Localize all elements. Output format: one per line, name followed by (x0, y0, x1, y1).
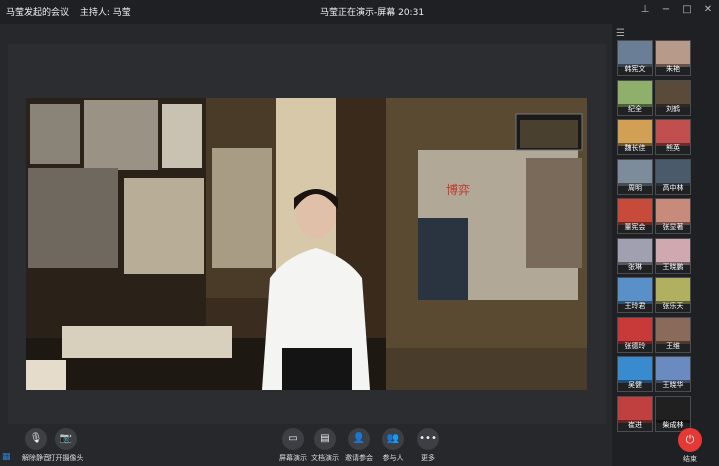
participant-tile[interactable]: 王玲君 (617, 277, 653, 313)
presentation-status: 马莹正在演示-屏幕 20:31 (320, 8, 425, 18)
meeting-info: 马莹发起的会议 主持人: 马莹 (6, 5, 139, 18)
participant-tile[interactable]: 张德玲 (617, 316, 653, 353)
participant-name: 张琳 (618, 261, 652, 273)
end-label: 结束 (683, 455, 697, 463)
meeting-host: 主持人: 马莹 (79, 8, 131, 18)
participant-tile[interactable]: 王晓华 (655, 356, 691, 392)
participant-name: 张乐天 (656, 301, 690, 312)
screen-share-icon: ▭ (282, 428, 304, 450)
participant-tile[interactable]: 柴成林 (655, 395, 691, 432)
more-dots-icon: ••• (417, 428, 439, 450)
participant-name: 董宪会 (618, 222, 652, 233)
participant-name: 熊英 (656, 143, 690, 154)
document-icon: ▤ (314, 428, 336, 450)
participant-name: 纪全 (618, 103, 652, 115)
participant-name: 刘鹤 (656, 103, 690, 115)
participant-tile[interactable]: 刘鹤 (655, 79, 691, 116)
power-icon: ⏻ (678, 428, 702, 452)
museum-scene: 博弈 (26, 98, 587, 390)
participant-tile[interactable]: 韩宪文 (617, 40, 653, 76)
participant-name: 吴健 (618, 380, 652, 391)
participant-tile[interactable]: 吴健 (617, 356, 653, 392)
windows-logo-icon: ▦ (2, 452, 11, 462)
participant-name: 张显著 (656, 222, 690, 233)
participant-tile[interactable]: 熊英 (655, 119, 691, 155)
participant-name: 王晓鹏 (656, 261, 690, 273)
participant-name: 王维 (656, 340, 690, 352)
camera-off-icon: 📷 (55, 428, 77, 450)
participant-name: 魏长佳 (618, 143, 652, 154)
participant-name: 张德玲 (618, 340, 652, 352)
people-icon: 👥 (382, 428, 404, 450)
participant-name: 王玲君 (618, 301, 652, 312)
maximize-icon[interactable]: □ (680, 3, 694, 17)
window-controls: ⊥ − □ ✕ (638, 3, 715, 17)
participant-tile[interactable]: 纪全 (617, 79, 653, 116)
list-menu-icon[interactable]: ☰ (616, 28, 630, 40)
participant-tile[interactable]: 高中林 (655, 158, 691, 195)
more-button[interactable]: ••• 更多 (406, 428, 450, 463)
participant-tile[interactable]: 王维 (655, 316, 691, 353)
exhibit-title: 博弈 (446, 182, 470, 197)
participant-name: 高中林 (656, 182, 690, 194)
participant-tile[interactable]: 董宪会 (617, 198, 653, 234)
title-bar: 马莹发起的会议 主持人: 马莹 马莹正在演示-屏幕 20:31 ⊥ − □ ✕ (0, 0, 719, 24)
meeting-name: 马莹发起的会议 (6, 8, 70, 18)
close-icon[interactable]: ✕ (701, 3, 715, 17)
more-label: 更多 (421, 454, 435, 462)
participant-tile[interactable]: 张显著 (655, 198, 691, 234)
participant-name: 周明 (618, 182, 652, 194)
camera-button[interactable]: 📷 打开摄像头 (44, 428, 88, 463)
participant-tile[interactable]: 魏长佳 (617, 119, 653, 155)
participant-name: 朱艳 (656, 64, 690, 75)
participant-tile[interactable]: 周明 (617, 158, 653, 195)
participant-name: 韩宪文 (618, 64, 652, 75)
shared-screen-video: 博弈 (26, 98, 587, 390)
pin-icon[interactable]: ⊥ (638, 3, 652, 17)
end-meeting-button[interactable]: ⏻ 结束 (672, 428, 708, 464)
participant-name: 崔进 (618, 419, 652, 431)
bottom-toolbar: 🎙 解除静音 📷 打开摄像头 ▭ 屏幕演示 ▤ 文档演示 👤 邀请参会 👥 参与… (0, 424, 612, 466)
participant-tile[interactable]: 张琳 (617, 237, 653, 274)
participant-name: 王晓华 (656, 380, 690, 391)
participant-tile[interactable]: 崔进 (617, 395, 653, 432)
minimize-icon[interactable]: − (659, 3, 673, 17)
participant-tile[interactable]: 张乐天 (655, 277, 691, 313)
add-person-icon: 👤 (348, 428, 370, 450)
participant-tile[interactable]: 王晓鹏 (655, 237, 691, 274)
participant-tile[interactable]: 朱艳 (655, 40, 691, 76)
camera-label: 打开摄像头 (48, 454, 84, 462)
